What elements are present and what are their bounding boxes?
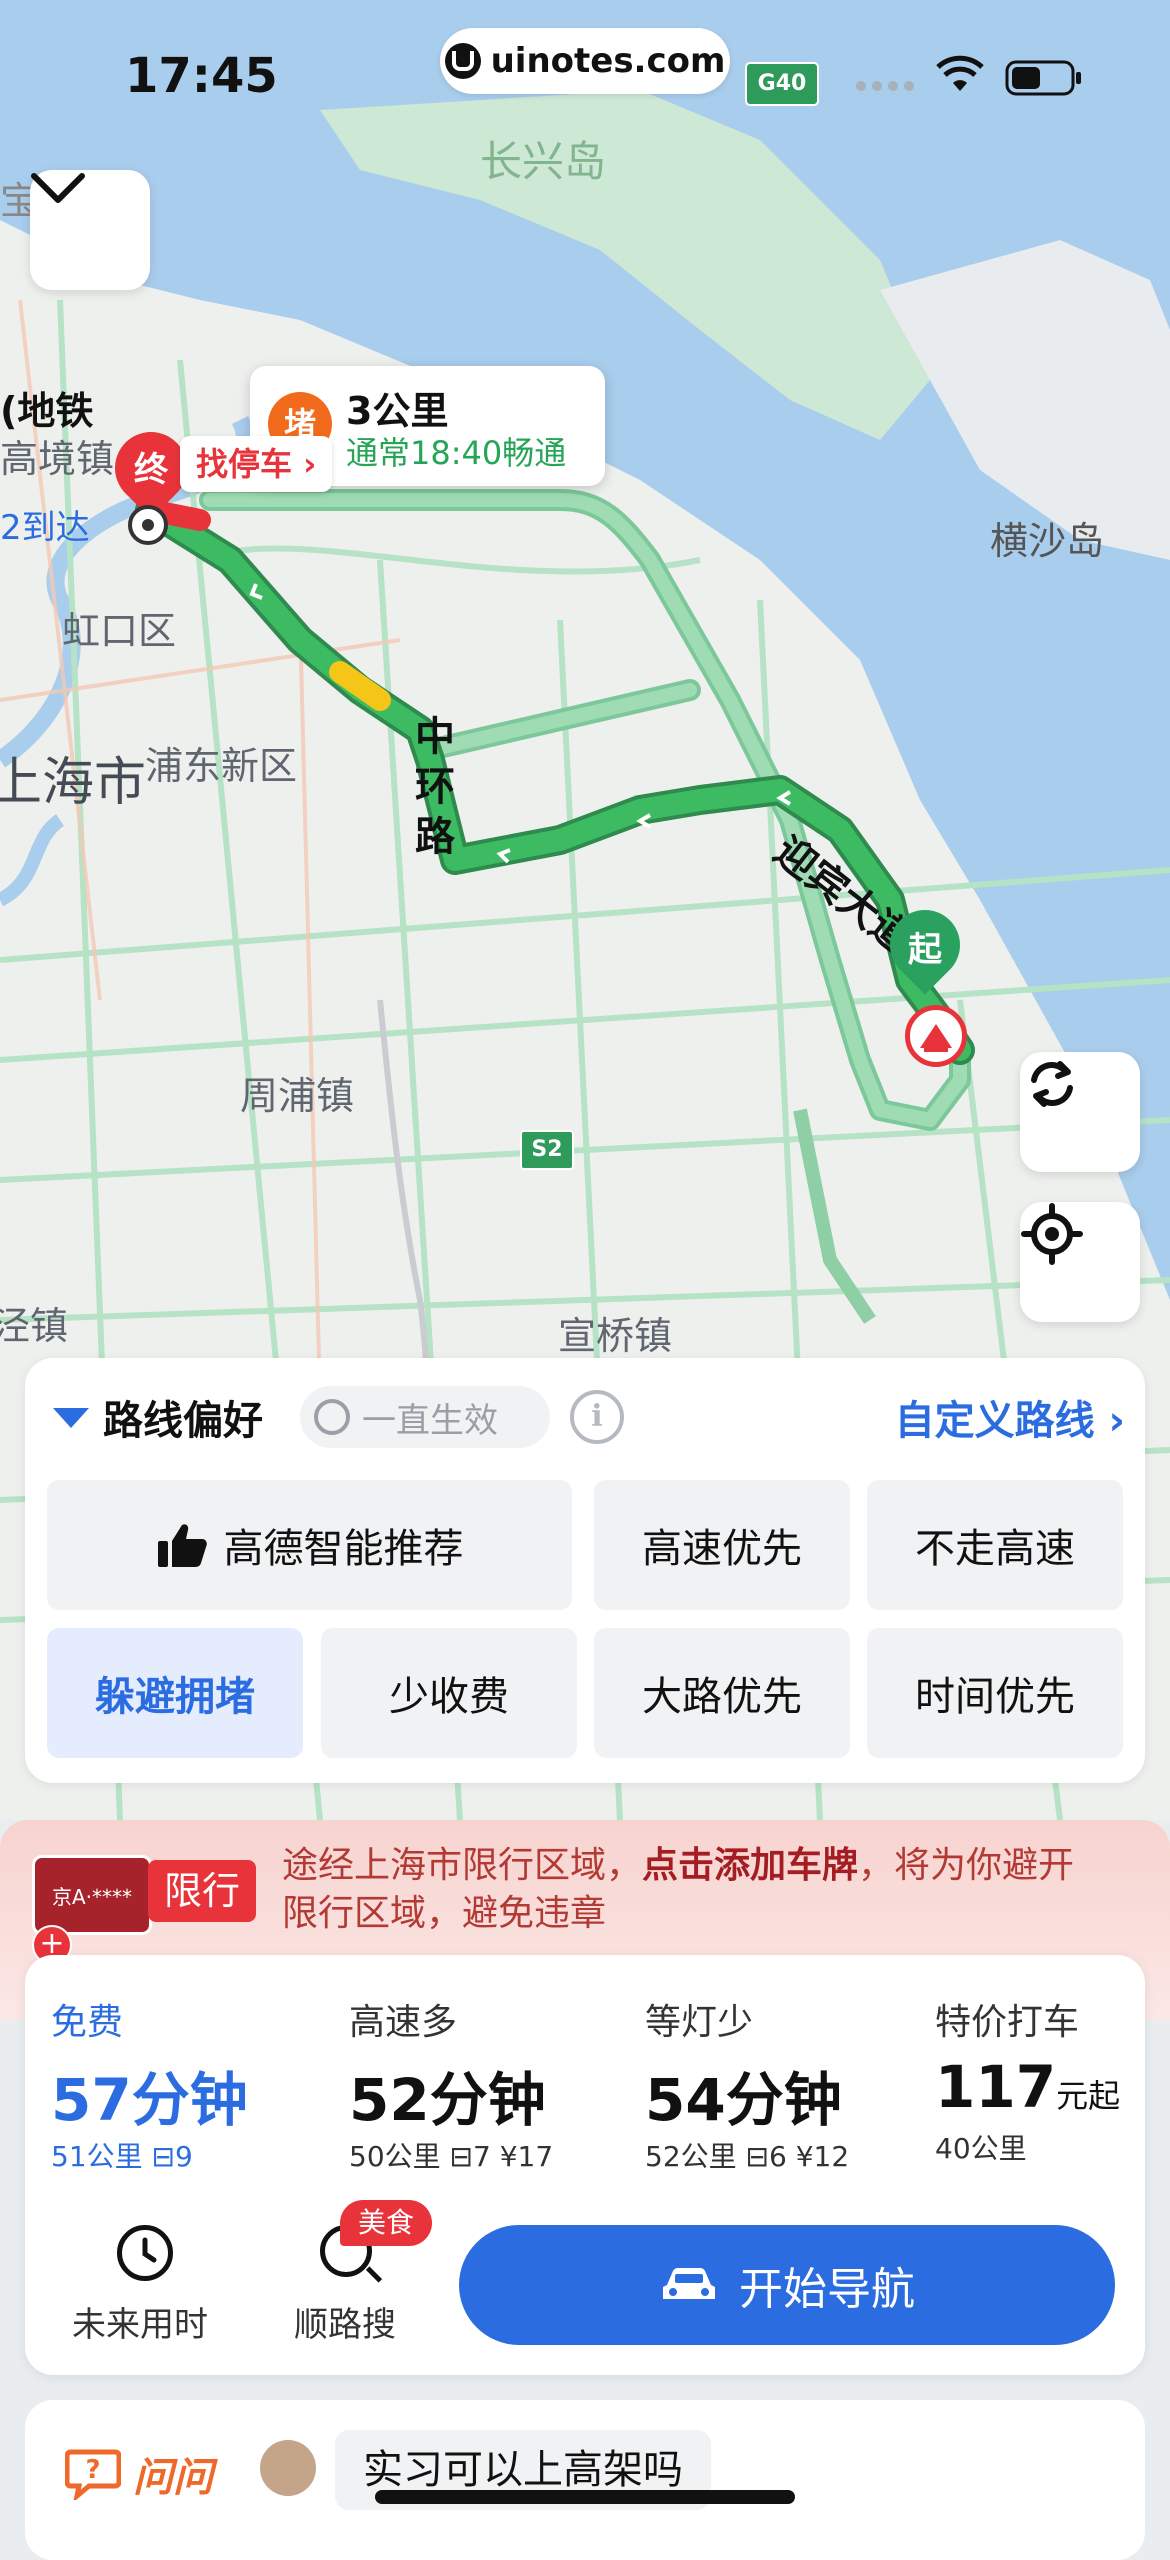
pref-label: 躲避拥堵 [95, 1674, 255, 1720]
url-pill[interactable]: uinotes.com [440, 28, 730, 94]
svg-text:?: ? [85, 2455, 100, 2485]
taxi-price: 117 [935, 2053, 1057, 2121]
pref-main-road[interactable]: 大路优先 [594, 1628, 850, 1758]
route-price: 117元起 [935, 2053, 1120, 2121]
future-time-label: 未来用时 [72, 2305, 208, 2345]
start-navigation-button[interactable]: 开始导航 [459, 2225, 1115, 2345]
route-label: 特价打车 [935, 2002, 1080, 2043]
end-marker-label: 终 [134, 450, 168, 490]
pref-smart-recommend[interactable]: 高德智能推荐 [47, 1480, 572, 1610]
map-label-pudong: 浦东新区 [145, 744, 298, 788]
route-options-card: 免费 57分钟 51公里 ⊟9 高速多 52分钟 50公里 ⊟7 ¥17 等灯少… [25, 1955, 1145, 2375]
collapse-button[interactable] [30, 170, 150, 290]
food-badge: 美食 [340, 2200, 433, 2246]
info-icon[interactable]: i [570, 1390, 624, 1444]
custom-route-link[interactable]: 自定义路线 › [895, 1388, 1125, 1446]
route-label: 等灯少 [645, 2002, 754, 2043]
restriction-text: 途经上海市限行区域，点击添加车牌，将为你避开限行区域，避免违章 [282, 1842, 1102, 1938]
route-meta: 50公里 ⊟7 ¥17 [349, 2140, 554, 2173]
url-text: uinotes.com [490, 41, 726, 81]
restriction-text-part: 途经上海市限行区域， [282, 1845, 643, 1886]
status-time: 17:45 [125, 48, 278, 104]
route-meta: 52公里 ⊟6 ¥12 [645, 2140, 850, 2173]
route-meta: 40公里 [935, 2132, 1027, 2165]
always-effective-label: 一直生效 [362, 1400, 498, 1441]
pref-label: 少收费 [389, 1674, 509, 1720]
radio-icon [314, 1399, 350, 1435]
along-route-search-label: 顺路搜 [294, 2305, 396, 2345]
map-label-hengsha: 横沙岛 [990, 519, 1105, 563]
taxi-price-suffix: 元起 [1056, 2077, 1121, 2115]
preference-title: 路线偏好 [103, 1398, 263, 1444]
map-label-shanghai: 上海市 [0, 753, 147, 813]
find-parking-chip[interactable]: 找停车 › [180, 436, 333, 492]
map-label-zhen-left: 泾镇 [0, 1304, 69, 1348]
map-label-xuanqiao: 宣桥镇 [558, 1314, 673, 1358]
site-icon [444, 43, 481, 79]
ask-logo-text: 问问 [133, 2455, 213, 2501]
pref-highway-first[interactable]: 高速优先 [594, 1480, 850, 1610]
pref-label: 时间优先 [915, 1674, 1075, 1720]
pref-less-toll[interactable]: 少收费 [321, 1628, 577, 1758]
pref-avoid-congestion[interactable]: 躲避拥堵 [47, 1628, 303, 1758]
route-time: 52分钟 [349, 2066, 546, 2134]
map-label-changxing: 长兴岛 [480, 137, 607, 186]
clock-icon [117, 2225, 173, 2281]
road-badge-g40: G40 [745, 62, 819, 106]
map-label-metro: (地铁 [0, 389, 94, 433]
pref-label: 高速优先 [642, 1526, 802, 1572]
route-time: 57分钟 [51, 2066, 248, 2134]
locate-me-button[interactable] [1020, 1202, 1140, 1322]
callout-eta: 通常18:40畅通 [346, 434, 567, 472]
chevron-down-icon [31, 173, 85, 203]
destination-dot-icon [128, 505, 168, 545]
map-label-zhoupu: 周浦镇 [240, 1074, 355, 1118]
refresh-icon [1031, 1061, 1073, 1107]
ask-chat-icon: ? [64, 2448, 122, 2504]
pref-label: 不走高速 [915, 1526, 1075, 1572]
roadwork-icon[interactable] [905, 1005, 967, 1067]
thumbs-up-icon [157, 1524, 207, 1567]
home-indicator [375, 2490, 795, 2504]
route-option-taxi[interactable]: 特价打车 117元起 40公里 [915, 1955, 1145, 2195]
locate-icon [1021, 1203, 1083, 1265]
route-preference-panel: 路线偏好 一直生效 i 自定义路线 › 高德智能推荐 高速优先 不走高速 躲避拥… [25, 1358, 1145, 1783]
start-marker-label: 起 [908, 930, 942, 970]
restriction-tag: 限行 [148, 1860, 257, 1922]
route-time: 54分钟 [645, 2066, 842, 2134]
route-label: 高速多 [349, 2002, 458, 2043]
add-plate-link[interactable]: 点击添加车牌 [642, 1845, 858, 1886]
collapse-triangle-icon[interactable] [53, 1408, 89, 1428]
avatar [260, 2440, 316, 2496]
ask-card[interactable]: ? 问问 实习可以上高架吗 [25, 2400, 1145, 2560]
always-effective-toggle[interactable]: 一直生效 [300, 1386, 550, 1448]
route-label: 免费 [51, 2002, 124, 2043]
road-badge-s2: S2 [520, 1130, 574, 1170]
start-navigation-label: 开始导航 [739, 2264, 915, 2315]
route-option-fewer-lights[interactable]: 等灯少 54分钟 52公里 ⊟6 ¥12 [619, 1955, 915, 2195]
callout-distance: 3公里 [346, 389, 449, 433]
map-label-arrive: 2到达 [0, 508, 90, 548]
pref-label: 高德智能推荐 [223, 1526, 464, 1572]
refresh-route-button[interactable] [1020, 1052, 1140, 1172]
pref-time-first[interactable]: 时间优先 [867, 1628, 1123, 1758]
route-option-free[interactable]: 免费 57分钟 51公里 ⊟9 [25, 1955, 323, 2195]
map-label-gaojing: 高境镇 [0, 437, 115, 481]
license-plate-icon: 京A·**** [32, 1855, 152, 1935]
route-meta: 51公里 ⊟9 [51, 2140, 193, 2173]
car-icon [663, 2268, 715, 2299]
map-label-ring-road: 中环路 [415, 714, 455, 860]
map-label-hongkou: 虹口区 [62, 609, 177, 653]
route-option-highway[interactable]: 高速多 52分钟 50公里 ⊟7 ¥17 [323, 1955, 619, 2195]
future-time-button[interactable]: 未来用时 [65, 2225, 215, 2345]
signal-dots-icon [855, 80, 915, 92]
pref-label: 大路优先 [642, 1674, 802, 1720]
pref-avoid-highway[interactable]: 不走高速 [867, 1480, 1123, 1610]
